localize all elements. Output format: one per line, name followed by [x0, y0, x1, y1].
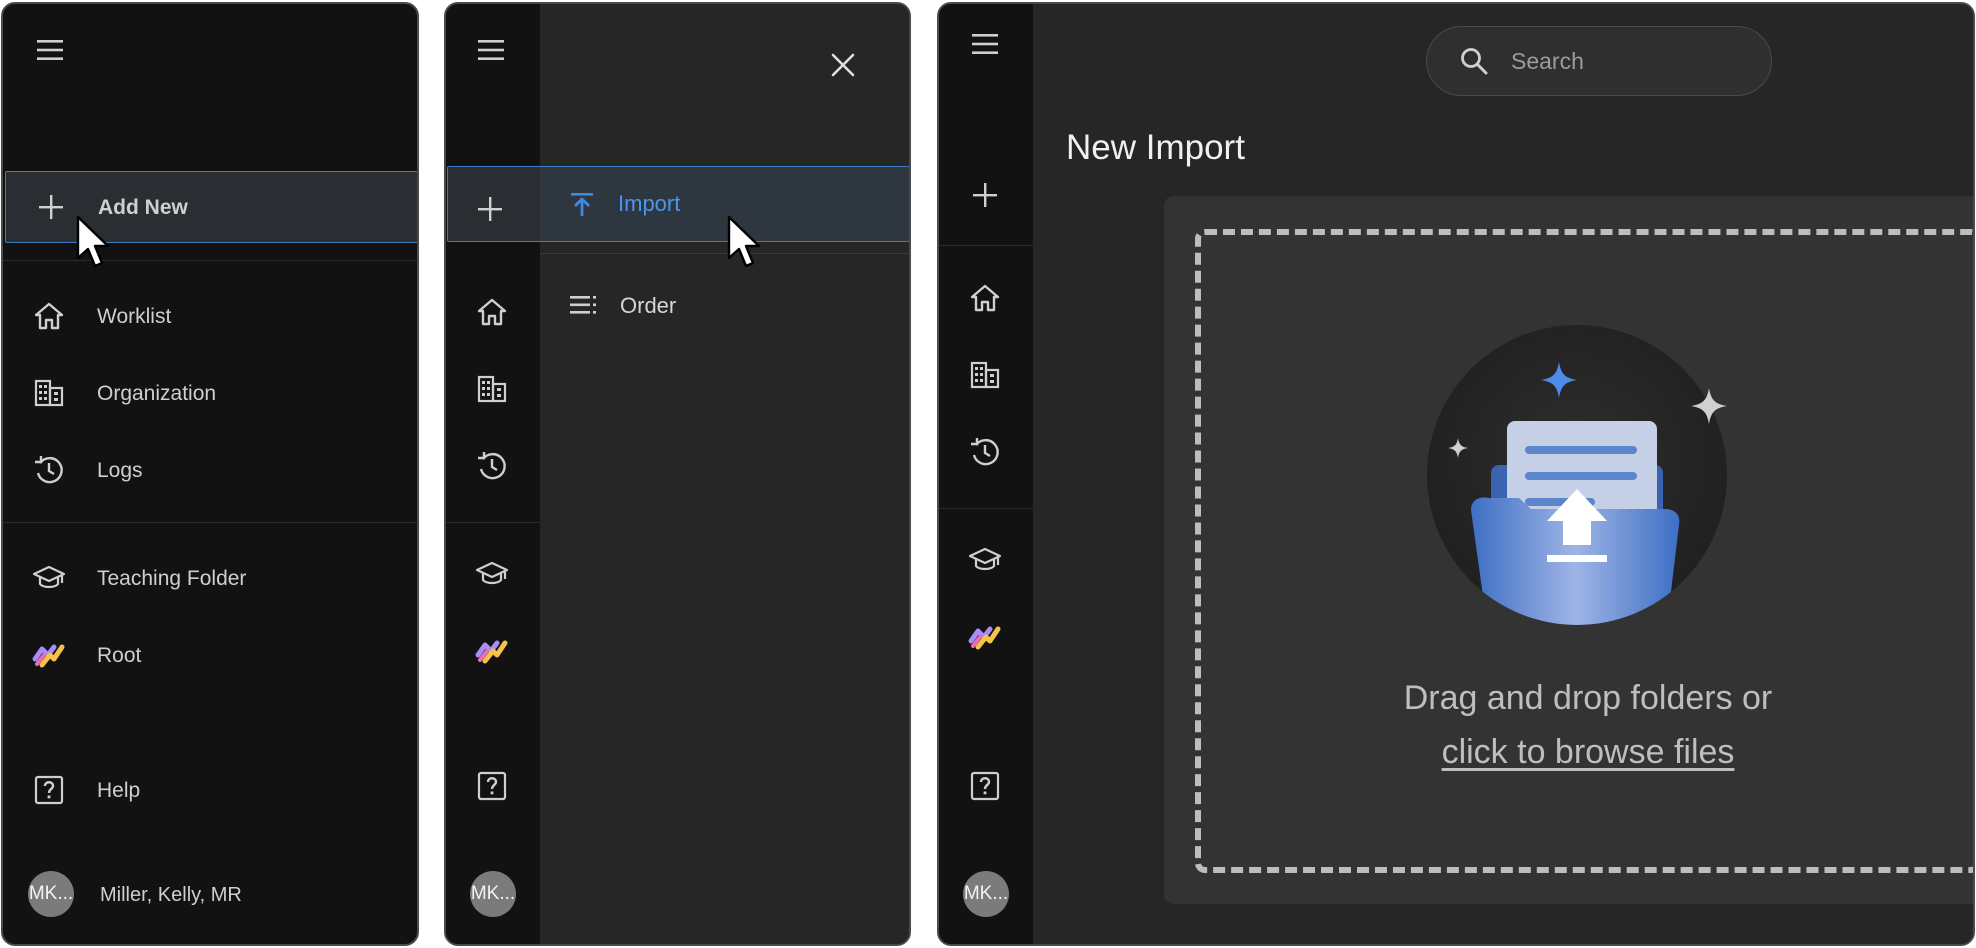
root-logo-icon[interactable] [475, 633, 511, 667]
drop-instructions: Drag and drop folders or [1403, 679, 1773, 717]
plus-icon[interactable] [972, 182, 998, 208]
divider [3, 260, 417, 261]
nav-item-worklist[interactable]: Worklist [3, 284, 417, 346]
plus-icon[interactable] [477, 196, 503, 222]
sparkle-icon [1689, 386, 1729, 426]
help-icon[interactable] [476, 770, 508, 802]
drop-zone[interactable]: Drag and drop folders or click to browse… [1195, 229, 1973, 873]
nav-item-logs[interactable]: Logs [3, 438, 417, 500]
plus-icon [38, 194, 64, 220]
divider [939, 245, 1033, 246]
cursor-icon [726, 214, 764, 270]
nav-item-organization[interactable]: Organization [3, 361, 417, 423]
graduation-cap-icon[interactable] [968, 544, 1002, 576]
history-icon[interactable] [476, 450, 508, 482]
avatar[interactable]: MK... [28, 871, 74, 917]
add-new-highlight[interactable]: Import [447, 166, 909, 242]
search-input[interactable] [1511, 45, 1751, 77]
divider [939, 508, 1033, 509]
root-logo-icon[interactable] [968, 619, 1004, 653]
add-new-flyout: Order [540, 4, 909, 944]
nav-item-help[interactable]: Help [3, 758, 417, 820]
menu-item-import[interactable]: Import [540, 167, 909, 241]
nav-rail: MK... [939, 4, 1033, 944]
list-icon [568, 293, 600, 317]
sparkle-icon [1447, 437, 1469, 459]
menu-icon[interactable] [35, 38, 65, 62]
nav-item-root[interactable]: Root [3, 623, 417, 685]
nav-item-label: Teaching Folder [97, 567, 247, 590]
menu-item-label: Order [620, 293, 677, 318]
nav-rail: MK... [446, 4, 540, 944]
page-title: New Import [1066, 128, 1245, 167]
upload-icon [568, 191, 596, 219]
help-label: Help [97, 779, 141, 802]
home-icon [33, 300, 65, 332]
menu-icon[interactable] [476, 38, 506, 62]
help-icon[interactable] [969, 770, 1001, 802]
expanded-sidebar-panel: Add New Worklist Organization Logs Teach… [1, 2, 419, 946]
menu-item-order[interactable]: Order [540, 273, 909, 339]
building-icon [33, 377, 65, 409]
new-import-panel: MK... New Import [937, 2, 1975, 946]
nav-item-label: Organization [97, 382, 217, 405]
nav-item-teaching-folder[interactable]: Teaching Folder [3, 546, 417, 608]
history-icon [33, 454, 65, 486]
nav-item-label: Root [97, 644, 142, 667]
home-icon[interactable] [476, 296, 508, 328]
search-icon [1459, 46, 1489, 76]
search-bar[interactable] [1426, 26, 1772, 96]
nav-item-label: Logs [97, 459, 143, 482]
menu-item-label: Import [618, 191, 681, 216]
help-icon [33, 774, 65, 806]
menu-icon[interactable] [970, 32, 1000, 56]
building-icon[interactable] [476, 373, 508, 405]
building-icon[interactable] [969, 359, 1001, 391]
avatar[interactable]: MK... [470, 871, 516, 917]
graduation-cap-icon [32, 562, 66, 594]
graduation-cap-icon[interactable] [475, 558, 509, 590]
history-icon[interactable] [969, 436, 1001, 468]
browse-files-link[interactable]: click to browse files [1442, 733, 1735, 771]
close-icon[interactable] [830, 52, 856, 78]
cursor-icon [75, 214, 113, 270]
home-icon[interactable] [969, 282, 1001, 314]
user-name: Miller, Kelly, MR [100, 884, 242, 906]
drop-zone-card: Drag and drop folders or click to browse… [1164, 196, 1973, 904]
root-logo-icon [32, 637, 68, 671]
avatar[interactable]: MK... [963, 871, 1009, 917]
divider [446, 522, 540, 523]
sparkle-icon [1539, 360, 1579, 400]
add-menu-panel: MK... Order Import [444, 2, 911, 946]
divider [3, 522, 417, 523]
nav-item-label: Worklist [97, 305, 172, 328]
import-main: New Import [1033, 4, 1973, 944]
add-new-button[interactable]: Add New [5, 171, 417, 243]
